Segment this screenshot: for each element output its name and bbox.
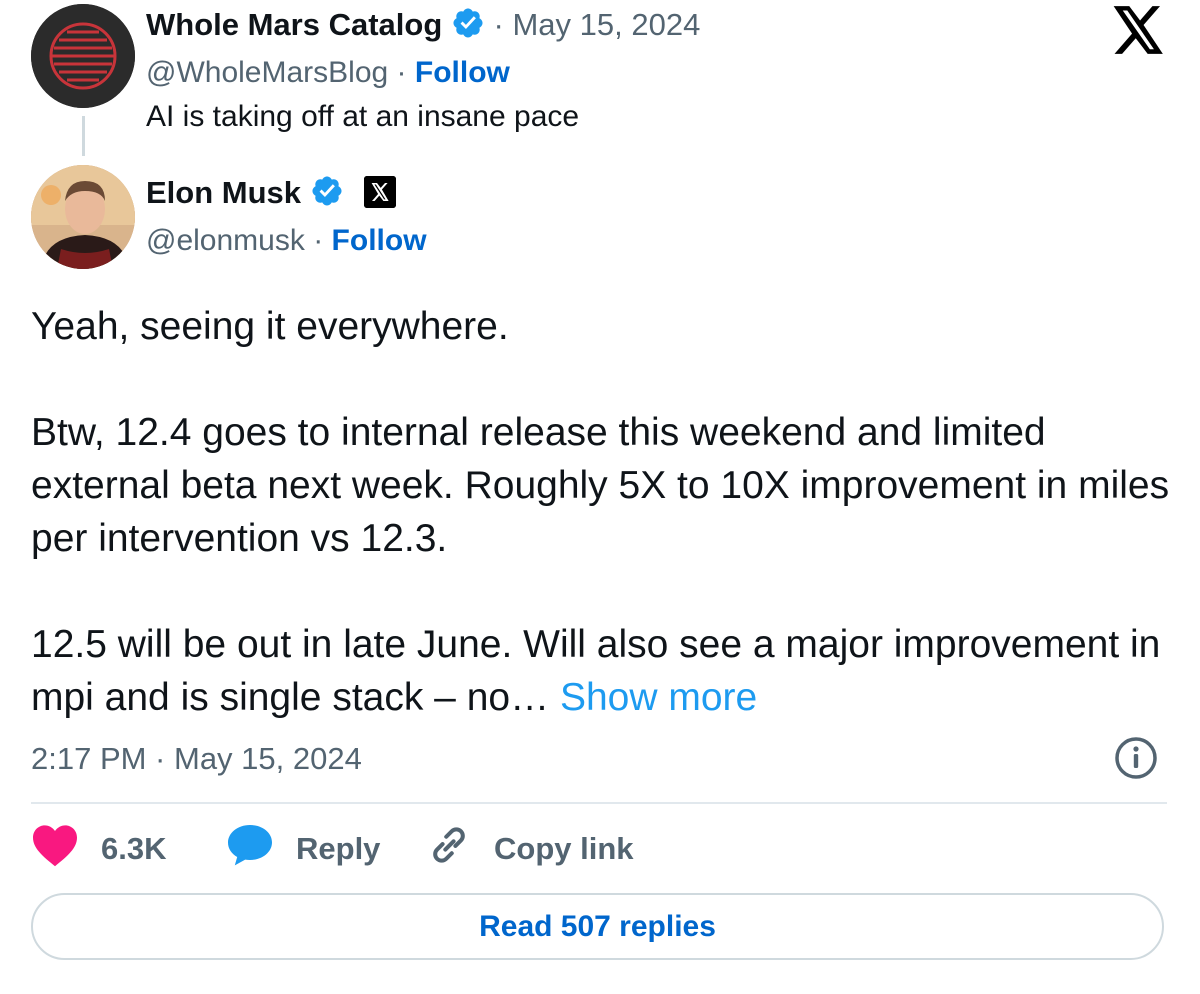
reply-button[interactable]: Reply xyxy=(226,823,381,875)
main-author-name[interactable]: Elon Musk xyxy=(146,175,301,210)
main-handle[interactable]: @elonmusk xyxy=(146,224,305,257)
main-author-row: Elon Musk xyxy=(146,174,397,217)
separator-dot: · xyxy=(396,56,407,89)
parent-tweet-text: AI is taking off at an insane pace xyxy=(146,100,580,133)
like-button[interactable]: 6.3K xyxy=(31,823,167,875)
tweet-paragraph: Yeah, seeing it everywhere. xyxy=(31,305,509,348)
parent-handle-row: @WholeMarsBlog · Follow xyxy=(146,54,510,92)
info-icon[interactable] xyxy=(1114,736,1158,780)
parent-author-name[interactable]: Whole Mars Catalog xyxy=(146,7,442,42)
tweet-body: Yeah, seeing it everywhere. Btw, 12.4 go… xyxy=(31,300,1171,724)
separator-dot: · xyxy=(493,7,504,42)
link-icon xyxy=(426,823,472,875)
parent-handle[interactable]: @WholeMarsBlog xyxy=(146,56,388,89)
parent-date[interactable]: May 15, 2024 xyxy=(512,7,700,42)
verified-badge-icon xyxy=(451,6,485,49)
tweet-timestamp[interactable]: 2:17 PM · May 15, 2024 xyxy=(31,740,362,778)
tweet-paragraph-last: 12.5 will be out in late June. Will also… xyxy=(31,618,1171,724)
main-follow-button[interactable]: Follow xyxy=(332,224,427,257)
reply-label: Reply xyxy=(296,831,381,866)
speech-bubble-icon xyxy=(226,823,274,875)
divider xyxy=(31,802,1167,804)
heart-icon xyxy=(31,823,79,875)
read-replies-button[interactable]: Read 507 replies xyxy=(31,893,1164,960)
copy-link-button[interactable]: Copy link xyxy=(426,826,634,872)
verified-badge-icon xyxy=(310,174,344,217)
like-count: 6.3K xyxy=(101,831,167,866)
main-handle-row: @elonmusk · Follow xyxy=(146,222,427,260)
tweet-paragraph: Btw, 12.4 goes to internal release this … xyxy=(31,411,1170,560)
show-more-link[interactable]: Show more xyxy=(560,676,757,719)
parent-follow-button[interactable]: Follow xyxy=(415,56,510,89)
x-logo-icon[interactable] xyxy=(1113,6,1165,54)
x-affiliate-badge-icon xyxy=(364,176,397,208)
separator-dot: · xyxy=(313,224,324,257)
copy-link-label: Copy link xyxy=(494,831,634,866)
parent-author-row: Whole Mars Catalog · May 15, 2024 xyxy=(146,6,700,49)
main-avatar[interactable] xyxy=(31,165,135,269)
thread-connector-line xyxy=(82,116,85,156)
parent-avatar[interactable] xyxy=(31,4,135,108)
